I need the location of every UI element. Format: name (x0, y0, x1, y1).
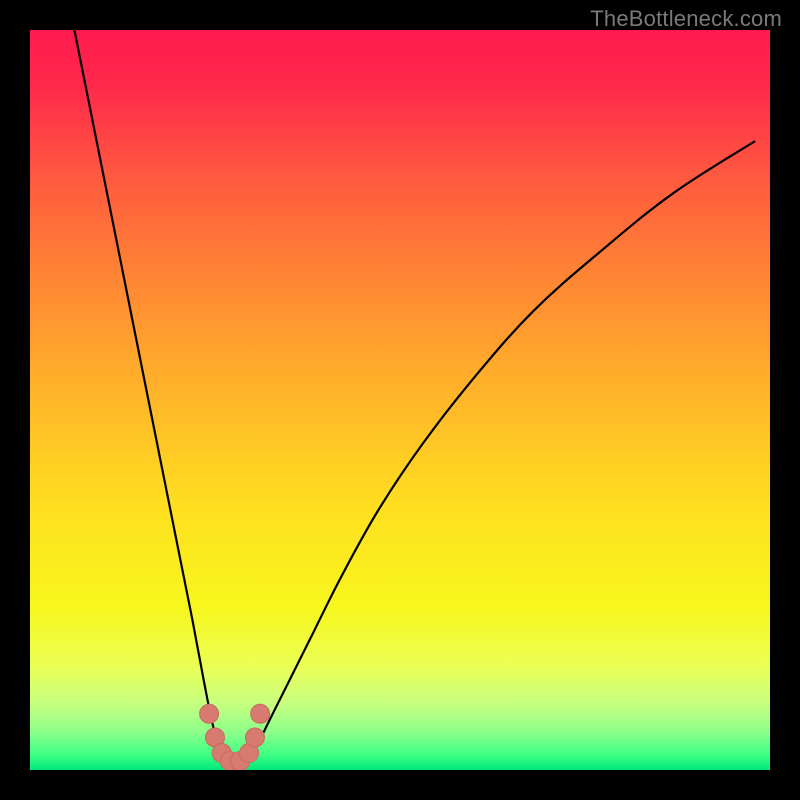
valley-marker (245, 728, 264, 747)
valley-markers (200, 704, 270, 770)
plot-area (30, 30, 770, 770)
curve-layer (30, 30, 770, 770)
valley-marker (251, 704, 270, 723)
curve-left-branch (74, 30, 226, 764)
watermark-text: TheBottleneck.com (590, 6, 782, 32)
chart-frame: TheBottleneck.com (0, 0, 800, 800)
valley-marker (200, 704, 219, 723)
curve-right-branch (245, 141, 756, 764)
